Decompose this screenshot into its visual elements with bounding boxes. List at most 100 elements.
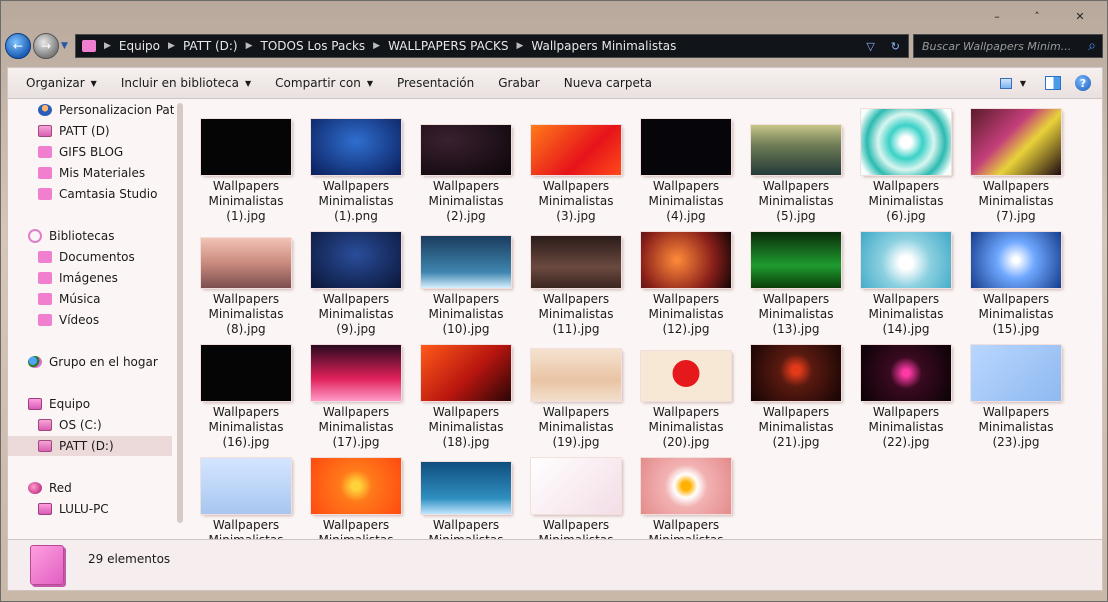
file-item[interactable]: Wallpapers Minimalistas (23).jpg — [962, 333, 1070, 449]
maximize-button[interactable]: ˄ — [1017, 5, 1057, 27]
file-thumbnail[interactable] — [421, 125, 511, 175]
file-name[interactable]: WallpapersMinimalistas — [192, 518, 300, 539]
file-thumbnail[interactable] — [971, 232, 1061, 288]
file-item[interactable]: Wallpapers Minimalistas (1).png — [302, 107, 410, 223]
file-thumbnail[interactable] — [201, 345, 291, 401]
file-item[interactable]: Wallpapers Minimalistas (18).jpg — [412, 333, 520, 449]
help-button[interactable]: ? — [1070, 72, 1096, 94]
nav-item-personalizacion-patt[interactable]: Personalizacion Patt — [8, 100, 174, 120]
file-name[interactable]: Wallpapers Minimalistas (9).jpg — [302, 292, 410, 337]
file-name[interactable]: Wallpapers Minimalistas (17).jpg — [302, 405, 410, 450]
compartir-con-button[interactable]: Compartir con ▼ — [263, 68, 385, 98]
file-name[interactable]: Wallpapers Minimalistas (10).jpg — [412, 292, 520, 337]
incluir-en-biblioteca-button[interactable]: Incluir en biblioteca ▼ — [109, 68, 263, 98]
file-name[interactable]: Wallpapers Minimalistas (2).jpg — [412, 179, 520, 224]
nav-item-mis-materiales[interactable]: Mis Materiales — [8, 163, 172, 183]
file-name[interactable]: Wallpapers Minimalistas (19).jpg — [522, 405, 630, 450]
close-button[interactable]: ✕ — [1057, 5, 1103, 27]
file-item[interactable]: Wallpapers Minimalistas (13).jpg — [742, 220, 850, 336]
file-name[interactable]: Wallpapers Minimalistas (18).jpg — [412, 405, 520, 450]
file-item[interactable]: Wallpapers Minimalistas (20).jpg — [632, 333, 740, 449]
file-name[interactable]: Wallpapers Minimalistas (14).jpg — [852, 292, 960, 337]
file-name[interactable]: WallpapersMinimalistas — [412, 518, 520, 539]
nav-item-patt-d[interactable]: PATT (D) — [8, 121, 172, 141]
file-name[interactable]: Wallpapers Minimalistas (16).jpg — [192, 405, 300, 450]
breadcrumb-wallpapers-packs[interactable]: WALLPAPERS PACKS — [388, 39, 508, 53]
scrollbar-thumb[interactable] — [177, 103, 183, 523]
file-item[interactable]: WallpapersMinimalistas — [522, 446, 630, 539]
nav-item-bibliotecas[interactable]: Bibliotecas — [8, 226, 172, 246]
chevron-right-icon[interactable]: ▶ — [373, 41, 380, 51]
nav-item-documentos[interactable]: Documentos — [8, 247, 172, 267]
file-thumbnail[interactable] — [421, 345, 511, 401]
file-thumbnail[interactable] — [311, 458, 401, 514]
file-thumbnail[interactable] — [311, 232, 401, 288]
file-name[interactable]: Wallpapers Minimalistas (13).jpg — [742, 292, 850, 337]
nav-item-patt-d-drive[interactable]: PATT (D:) — [8, 436, 172, 456]
file-item[interactable]: Wallpapers Minimalistas (7).jpg — [962, 107, 1070, 223]
address-bar[interactable]: ▶ Equipo ▶ PATT (D:) ▶ TODOS Los Packs ▶… — [75, 34, 909, 58]
file-thumbnail[interactable] — [971, 345, 1061, 401]
file-thumbnail[interactable] — [641, 351, 731, 401]
file-item[interactable]: Wallpapers Minimalistas (9).jpg — [302, 220, 410, 336]
file-item[interactable]: WallpapersMinimalistas — [302, 446, 410, 539]
presentacion-button[interactable]: Presentación — [385, 68, 486, 98]
file-thumbnail[interactable] — [861, 345, 951, 401]
file-item[interactable]: WallpapersMinimalistas — [412, 446, 520, 539]
file-item[interactable]: Wallpapers Minimalistas (3).jpg — [522, 107, 630, 223]
file-item[interactable]: Wallpapers Minimalistas (12).jpg — [632, 220, 740, 336]
file-name[interactable]: Wallpapers Minimalistas (15).jpg — [962, 292, 1070, 337]
grabar-button[interactable]: Grabar — [486, 68, 552, 98]
file-name[interactable]: Wallpapers Minimalistas (8).jpg — [192, 292, 300, 337]
file-thumbnail[interactable] — [201, 119, 291, 175]
file-name[interactable]: Wallpapers Minimalistas (20).jpg — [632, 405, 740, 450]
file-item[interactable]: Wallpapers Minimalistas (1).jpg — [192, 107, 300, 223]
file-item[interactable]: Wallpapers Minimalistas (8).jpg — [192, 220, 300, 336]
search-field[interactable]: Buscar Wallpapers Minim... ⌕ — [913, 34, 1103, 58]
file-name[interactable]: Wallpapers Minimalistas (4).jpg — [632, 179, 740, 224]
file-thumbnail[interactable] — [861, 109, 951, 175]
file-item[interactable]: Wallpapers Minimalistas (19).jpg — [522, 333, 630, 449]
file-thumbnail[interactable] — [421, 462, 511, 514]
file-thumbnail[interactable] — [201, 238, 291, 288]
file-item[interactable]: Wallpapers Minimalistas (14).jpg — [852, 220, 960, 336]
back-button[interactable]: ← — [5, 33, 31, 59]
nav-item-equipo[interactable]: Equipo — [8, 394, 172, 414]
file-name[interactable]: WallpapersMinimalistas — [632, 518, 740, 539]
breadcrumb-todos-los-packs[interactable]: TODOS Los Packs — [261, 39, 366, 53]
address-dropdown-icon[interactable]: ▽ — [866, 40, 874, 53]
file-item[interactable]: Wallpapers Minimalistas (17).jpg — [302, 333, 410, 449]
file-item[interactable]: Wallpapers Minimalistas (5).jpg — [742, 107, 850, 223]
file-name[interactable]: Wallpapers Minimalistas (1).png — [302, 179, 410, 224]
file-thumbnail[interactable] — [751, 125, 841, 175]
recent-pages-dropdown[interactable]: ▼ — [61, 41, 73, 51]
file-item[interactable]: WallpapersMinimalistas — [192, 446, 300, 539]
file-item[interactable]: Wallpapers Minimalistas (15).jpg — [962, 220, 1070, 336]
nav-item-videos[interactable]: Vídeos — [8, 310, 172, 330]
file-thumbnail[interactable] — [861, 232, 951, 288]
chevron-right-icon[interactable]: ▶ — [516, 41, 523, 51]
refresh-icon[interactable]: ↻ — [891, 40, 900, 53]
nav-item-red[interactable]: Red — [8, 478, 172, 498]
file-thumbnail[interactable] — [641, 458, 731, 514]
nav-item-musica[interactable]: Música — [8, 289, 172, 309]
file-thumbnail[interactable] — [201, 458, 291, 514]
file-name[interactable]: WallpapersMinimalistas — [522, 518, 630, 539]
forward-button[interactable]: → — [33, 33, 59, 59]
minimize-button[interactable]: – — [977, 5, 1017, 27]
chevron-right-icon[interactable]: ▶ — [246, 41, 253, 51]
file-thumbnail[interactable] — [751, 232, 841, 288]
file-item[interactable]: WallpapersMinimalistas — [632, 446, 740, 539]
file-name[interactable]: Wallpapers Minimalistas (1).jpg — [192, 179, 300, 224]
breadcrumb-wallpapers-minimalistas[interactable]: Wallpapers Minimalistas — [531, 39, 676, 53]
file-thumbnail[interactable] — [311, 119, 401, 175]
file-item[interactable]: Wallpapers Minimalistas (2).jpg — [412, 107, 520, 223]
nav-item-gifs-blog[interactable]: GIFS BLOG — [8, 142, 172, 162]
file-name[interactable]: Wallpapers Minimalistas (22).jpg — [852, 405, 960, 450]
file-name[interactable]: Wallpapers Minimalistas (6).jpg — [852, 179, 960, 224]
file-item[interactable]: Wallpapers Minimalistas (4).jpg — [632, 107, 740, 223]
file-thumbnail[interactable] — [751, 345, 841, 401]
chevron-right-icon[interactable]: ▶ — [168, 41, 175, 51]
nav-item-lulu-pc[interactable]: LULU-PC — [8, 499, 172, 519]
file-name[interactable]: Wallpapers Minimalistas (21).jpg — [742, 405, 850, 450]
